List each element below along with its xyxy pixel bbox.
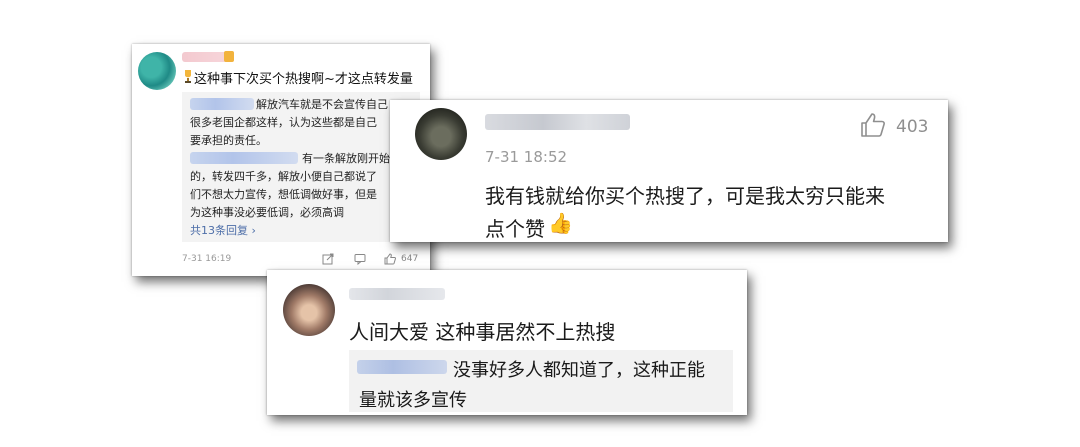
thumbs-up-emoji: 👍 xyxy=(548,211,573,235)
reply-text-line: 没事好多人都知道了，这种正能 xyxy=(453,360,705,381)
username-blurred[interactable] xyxy=(182,52,230,62)
like-icon[interactable] xyxy=(384,253,396,265)
like-count: 647 xyxy=(401,254,419,264)
comment-text: 人间大爱 这种事居然不上热搜 xyxy=(349,320,616,344)
reply-text-line: 有一条解放刚开始 xyxy=(302,152,390,165)
reply-username-blurred[interactable] xyxy=(357,360,447,374)
reply-text-line: 很多老国企都这样，认为这些都是自己 xyxy=(190,116,377,129)
avatar[interactable] xyxy=(138,52,176,90)
avatar[interactable] xyxy=(283,284,335,336)
like-icon[interactable] xyxy=(860,112,886,138)
reply-text-line: 量就该多宣传 xyxy=(359,390,467,411)
reply-text-line: 要承担的责任。 xyxy=(190,134,267,147)
username-blurred[interactable] xyxy=(349,288,445,300)
trophy-icon xyxy=(185,70,191,83)
share-icon[interactable] xyxy=(322,253,334,265)
like-count: 403 xyxy=(896,117,929,137)
reply-box: 没事好多人都知道了，这种正能 量就该多宣传 xyxy=(349,350,733,412)
comment-card-2: 7-31 18:52 403 我有钱就给你买个热搜了，可是我太穷只能来 点个赞 … xyxy=(390,100,948,242)
reply-username-blurred[interactable] xyxy=(190,98,254,110)
member-badge xyxy=(224,51,234,62)
comment-icon[interactable] xyxy=(354,253,366,265)
avatar[interactable] xyxy=(415,108,467,160)
comment-text-line: 点个赞 xyxy=(485,217,545,241)
more-replies-link[interactable]: 共13条回复 › xyxy=(190,222,256,238)
reply-username-blurred[interactable] xyxy=(190,152,298,164)
comment-card-3: 人间大爱 这种事居然不上热搜 没事好多人都知道了，这种正能 量就该多宣传 xyxy=(267,270,747,415)
reply-text-line: 解放汽车就是不会宣传自己 xyxy=(256,98,388,111)
username-blurred[interactable] xyxy=(485,114,630,130)
reply-text-line: 的，转发四千多，解放小便自己都说了 xyxy=(190,170,377,183)
timestamp: 7-31 16:19 xyxy=(182,254,232,264)
reply-box: 解放汽车就是不会宣传自己 很多老国企都这样，认为这些都是自己 要承担的责任。 有… xyxy=(182,92,420,242)
timestamp: 7-31 18:52 xyxy=(485,148,568,166)
comment-text-line: 我有钱就给你买个热搜了，可是我太穷只能来 xyxy=(485,184,885,208)
reply-text-line: 们不想太力宣传，想低调做好事，但是 xyxy=(190,188,377,201)
reply-text-line: 为这种事没必要低调，必须高调 xyxy=(190,206,344,219)
comment-card-1: 这种事下次买个热搜啊~才这点转发量 解放汽车就是不会宣传自己 很多老国企都这样，… xyxy=(132,44,430,276)
comment-text: 这种事下次买个热搜啊~才这点转发量 xyxy=(194,72,413,87)
